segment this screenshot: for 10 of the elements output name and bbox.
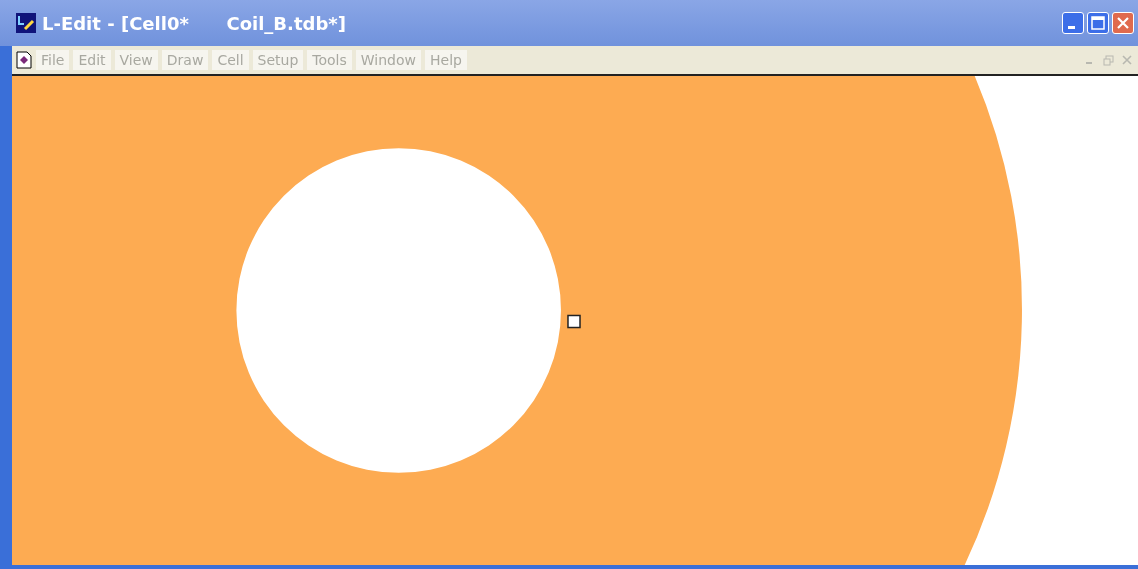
minimize-button[interactable] <box>1062 12 1084 34</box>
close-button[interactable] <box>1112 12 1134 34</box>
selection-handle[interactable] <box>567 314 581 329</box>
app-logo-icon <box>16 13 36 33</box>
minimize-icon <box>1067 25 1075 29</box>
document-icon[interactable] <box>16 51 32 69</box>
close-icon <box>1116 16 1130 30</box>
window-title: L-Edit - [Cell0* Coil_B.tdb*] <box>42 12 346 34</box>
maximize-icon <box>1091 16 1105 30</box>
maximize-button[interactable] <box>1087 12 1109 34</box>
